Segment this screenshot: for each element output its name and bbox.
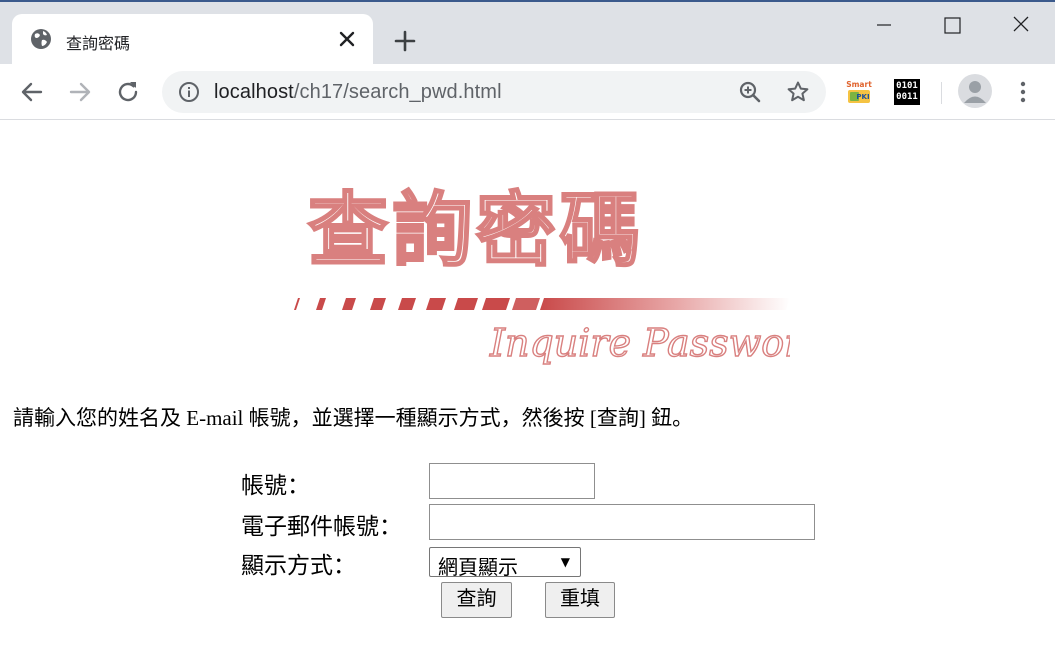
display-mode-label: 顯示方式：	[241, 553, 356, 578]
banner-stripes	[294, 298, 790, 310]
banner-subtitle: Inquire Password	[489, 321, 790, 365]
new-tab-icon[interactable]	[392, 28, 418, 54]
address-bar[interactable]: localhost/ch17/search_pwd.html	[162, 71, 826, 113]
inquire-password-banner: 查詢密碼 Inquire Password	[294, 183, 790, 366]
email-label: 電子郵件帳號：	[241, 514, 402, 539]
tab-strip: 查詢密碼	[0, 0, 1055, 66]
close-icon[interactable]	[338, 30, 356, 48]
forward-arrow-icon[interactable]	[66, 78, 94, 106]
url-host: localhost	[214, 81, 294, 103]
profile-avatar[interactable]	[958, 74, 992, 108]
pki-line1: Smart	[846, 80, 872, 89]
account-input[interactable]	[429, 463, 595, 499]
browser-tab[interactable]: 查詢密碼	[12, 14, 373, 66]
back-arrow-icon[interactable]	[18, 78, 46, 106]
reload-icon[interactable]	[114, 78, 142, 106]
display-mode-value: 網頁顯示	[438, 557, 518, 579]
maximize-icon[interactable]	[928, 10, 976, 42]
bookmark-star-icon[interactable]	[786, 80, 810, 104]
url-path: /ch17/search_pwd.html	[293, 81, 502, 103]
reset-button[interactable]: 重填	[545, 582, 615, 618]
banner-title: 查詢密碼	[308, 184, 644, 277]
binary-extension-icon[interactable]: 0101 0011	[894, 79, 920, 105]
pki-line2: PKI	[856, 93, 869, 101]
browser-toolbar: localhost/ch17/search_pwd.html Smart PKI…	[0, 64, 1055, 120]
account-label: 帳號：	[241, 473, 310, 498]
search-button[interactable]: 查詢	[441, 582, 512, 618]
info-icon[interactable]	[178, 81, 200, 103]
url-text: localhost/ch17/search_pwd.html	[214, 81, 502, 104]
smart-pki-extension-icon[interactable]: Smart PKI	[846, 79, 872, 105]
globe-icon	[31, 29, 51, 49]
zoom-in-icon[interactable]	[738, 80, 762, 104]
minimize-icon[interactable]	[860, 10, 908, 42]
dropdown-arrow-icon: ▼	[560, 555, 570, 569]
person-icon	[964, 81, 986, 103]
binary-line2: 0011	[896, 92, 918, 102]
more-menu-icon[interactable]	[1012, 78, 1034, 106]
window-close-icon[interactable]	[997, 10, 1045, 42]
display-mode-select[interactable]: 網頁顯示 ▼	[429, 547, 581, 579]
instruction-text: 請輸入您的姓名及 E-mail 帳號，並選擇一種顯示方式，然後按 [查詢] 鈕。	[13, 406, 694, 430]
toolbar-divider	[941, 82, 942, 104]
email-input[interactable]	[429, 504, 815, 540]
binary-line1: 0101	[896, 81, 918, 91]
tab-title: 查詢密碼	[66, 34, 131, 53]
